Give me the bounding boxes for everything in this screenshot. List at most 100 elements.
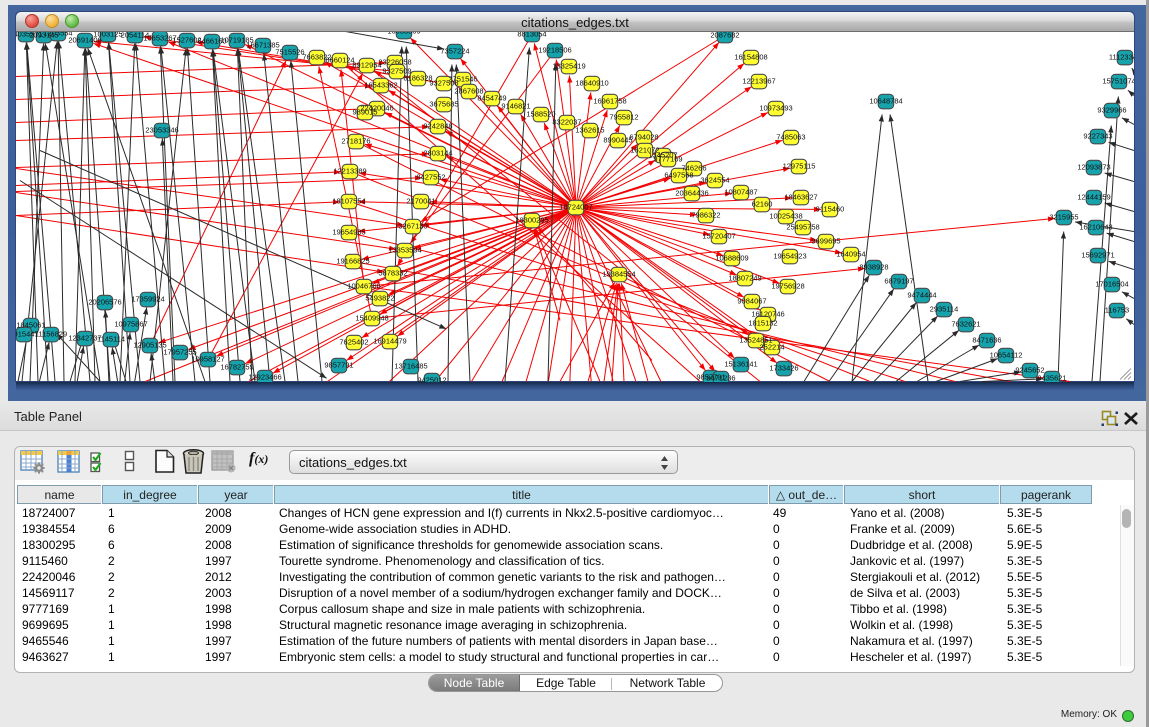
svg-text:17016504: 17016504 — [1095, 279, 1128, 288]
svg-text:2718176: 2718176 — [341, 136, 370, 145]
svg-text:18463627: 18463627 — [784, 192, 817, 201]
svg-text:16543362: 16543362 — [364, 80, 397, 89]
svg-text:18300295: 18300295 — [515, 215, 548, 224]
svg-text:23053346: 23053346 — [145, 125, 178, 134]
svg-text:15692971: 15692971 — [1081, 250, 1114, 259]
svg-text:9474444: 9474444 — [907, 290, 936, 299]
svg-text:1362615: 1362615 — [575, 125, 604, 134]
svg-text:17359924: 17359924 — [131, 294, 164, 303]
svg-text:12213967: 12213967 — [742, 76, 775, 85]
svg-text:16782759: 16782759 — [220, 362, 253, 371]
svg-text:19756928: 19756928 — [771, 281, 804, 290]
svg-text:7632621: 7632621 — [951, 319, 980, 328]
svg-text:1145114: 1145114 — [97, 334, 125, 343]
svg-text:8813054: 8813054 — [517, 32, 546, 39]
svg-text:1003125: 1003125 — [93, 32, 122, 39]
svg-text:1845061: 1845061 — [16, 320, 45, 329]
svg-text:10688609: 10688609 — [715, 253, 748, 262]
svg-text:62160: 62160 — [752, 199, 773, 208]
svg-text:2170041: 2170041 — [406, 196, 435, 205]
svg-text:9329966: 9329966 — [1097, 105, 1126, 114]
svg-text:2935114: 2935114 — [930, 304, 959, 313]
svg-text:19384554: 19384554 — [602, 269, 635, 278]
svg-text:10807487: 10807487 — [724, 187, 757, 196]
svg-text:8938928: 8938928 — [859, 262, 888, 271]
svg-text:16154808: 16154808 — [734, 52, 767, 61]
svg-text:116753: 116753 — [1105, 305, 1129, 314]
svg-text:10973493: 10973493 — [759, 103, 792, 112]
svg-text:19166825: 19166825 — [336, 256, 369, 265]
svg-text:18724007: 18724007 — [559, 202, 592, 211]
svg-text:18107554: 18107554 — [332, 196, 365, 205]
svg-text:9115460: 9115460 — [816, 204, 845, 213]
svg-text:15751074: 15751074 — [1102, 76, 1134, 85]
svg-text:23226058: 23226058 — [378, 57, 411, 66]
svg-text:7357224: 7357224 — [440, 46, 469, 55]
svg-text:19654985: 19654985 — [332, 227, 365, 236]
svg-text:1588520: 1588520 — [526, 109, 555, 118]
svg-text:16961758: 16961758 — [593, 96, 626, 105]
svg-text:10654112: 10654112 — [990, 350, 1023, 359]
svg-text:1640954: 1640954 — [836, 249, 865, 258]
svg-text:989015: 989015 — [352, 107, 377, 116]
svg-text:13325419: 13325419 — [552, 61, 585, 70]
svg-text:10046766: 10046766 — [347, 281, 380, 290]
svg-text:6794028: 6794028 — [629, 132, 658, 141]
svg-text:16210643: 16210643 — [1079, 222, 1112, 231]
svg-text:11156829: 11156829 — [35, 329, 67, 338]
svg-text:7485063: 7485063 — [776, 132, 805, 141]
svg-text:16033809: 16033809 — [387, 32, 420, 36]
svg-text:1815132: 1815132 — [748, 318, 777, 327]
svg-text:9699695: 9699695 — [811, 236, 840, 245]
svg-text:12213389: 12213389 — [333, 166, 366, 175]
svg-text:12905135: 12905135 — [133, 340, 166, 349]
svg-text:5493822: 5493822 — [365, 293, 394, 302]
svg-text:18640910: 18640910 — [575, 78, 608, 87]
svg-text:9471236: 9471236 — [706, 373, 735, 382]
svg-text:16914479: 16914479 — [373, 336, 406, 345]
svg-text:7625402: 7625402 — [339, 337, 368, 346]
svg-text:10025438: 10025438 — [769, 211, 802, 220]
svg-text:2803144: 2803144 — [423, 148, 452, 157]
svg-text:252214: 252214 — [759, 342, 784, 351]
svg-text:9425012: 9425012 — [417, 375, 446, 382]
svg-text:5878332: 5878332 — [378, 268, 407, 277]
svg-text:13716485: 13716485 — [394, 361, 427, 370]
svg-text:9857791: 9857791 — [324, 360, 353, 369]
svg-text:12975115: 12975115 — [783, 161, 816, 170]
svg-text:3267130: 3267130 — [398, 221, 427, 230]
svg-text:3215955: 3215955 — [1049, 212, 1078, 221]
svg-text:16120746: 16120746 — [751, 309, 784, 318]
svg-text:8186328: 8186328 — [403, 73, 432, 82]
svg-text:25495758: 25495758 — [786, 222, 819, 231]
svg-text:12923466: 12923466 — [248, 372, 281, 381]
svg-text:3675685: 3675685 — [429, 99, 458, 108]
svg-text:9227343: 9227343 — [1083, 131, 1112, 140]
svg-text:11123344: 11123344 — [1109, 52, 1134, 61]
svg-text:12444159: 12444159 — [1077, 192, 1110, 201]
svg-text:7515526: 7515526 — [275, 47, 304, 56]
svg-text:13353594: 13353594 — [388, 245, 421, 254]
svg-text:3624554: 3624554 — [700, 175, 729, 184]
svg-text:12093873: 12093873 — [1077, 162, 1110, 171]
svg-text:19654923: 19654923 — [773, 251, 806, 260]
svg-text:8427552: 8427552 — [416, 172, 445, 181]
svg-text:1733426: 1733426 — [769, 363, 798, 372]
svg-text:20206576: 20206576 — [88, 297, 121, 306]
svg-text:19218506: 19218506 — [538, 45, 571, 54]
svg-text:15409948: 15409948 — [355, 313, 388, 322]
svg-text:2751546: 2751546 — [448, 74, 477, 83]
svg-text:2087682: 2087682 — [710, 32, 739, 40]
svg-text:10648784: 10648784 — [869, 96, 902, 105]
svg-text:20364436: 20364436 — [675, 188, 708, 197]
svg-text:9242848: 9242848 — [423, 121, 452, 130]
svg-text:9084067: 9084067 — [737, 296, 766, 305]
svg-text:746266: 746266 — [681, 163, 706, 172]
svg-text:8471636: 8471636 — [972, 335, 1001, 344]
svg-text:8660124: 8660124 — [325, 55, 354, 64]
svg-text:6879197: 6879197 — [884, 276, 913, 285]
svg-text:9435621: 9435621 — [1037, 373, 1066, 382]
svg-text:9777169: 9777169 — [653, 154, 682, 163]
svg-text:8990445: 8990445 — [603, 135, 632, 144]
svg-text:15720407: 15720407 — [702, 231, 735, 240]
